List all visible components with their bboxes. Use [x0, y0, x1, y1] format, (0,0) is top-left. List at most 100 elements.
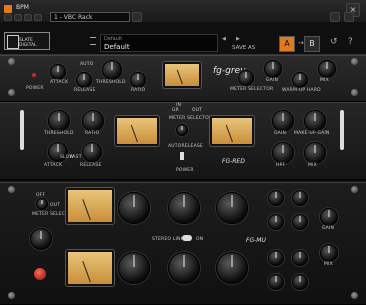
auto-label: AUTO: [80, 62, 94, 67]
gain-knob-bottom[interactable]: [216, 252, 248, 284]
bypass-button[interactable]: [34, 14, 42, 21]
eq-knob-4[interactable]: [292, 214, 308, 230]
meter-selector-label: METER SELECTOR: [230, 87, 274, 92]
plugin-window-titlebar: BPM × 1 - VBC Rack: [0, 0, 366, 23]
plus-icon[interactable]: [344, 12, 354, 22]
eq-knob-6[interactable]: [292, 250, 308, 266]
ratio-label: RATIO: [131, 88, 146, 93]
ab-a-button[interactable]: A: [279, 36, 295, 52]
fg-mu-vu-meter-top: [66, 188, 114, 224]
hpf-label: HPF: [276, 163, 286, 168]
gain-label: GAIN: [266, 78, 279, 83]
gain-knob[interactable]: [320, 208, 338, 226]
autorelease-label: AUTORELEASE: [168, 144, 203, 149]
power-toggle-button[interactable]: [4, 14, 12, 21]
undo-icon[interactable]: ↺: [330, 37, 338, 47]
eq-knob-7[interactable]: [268, 274, 284, 290]
bypass-slider-right[interactable]: [340, 110, 344, 150]
mix-label: MIX: [308, 163, 317, 168]
eq-knob-3[interactable]: [268, 214, 284, 230]
preset-name: Default: [104, 43, 130, 51]
chevron-down-icon[interactable]: [132, 12, 142, 22]
ratio-label: RATIO: [85, 131, 100, 136]
sidechain-button[interactable]: [24, 14, 32, 21]
track-name: 1 - VBC Rack: [54, 14, 93, 21]
meter-selector-knob[interactable]: [238, 70, 254, 86]
fg-mu-brand: FG-MU: [246, 237, 266, 244]
time-constant-knob-bottom[interactable]: [168, 252, 200, 284]
out-label: OUT: [50, 203, 61, 208]
ab-b-button[interactable]: B: [304, 36, 320, 52]
release-label: RELEASE: [74, 88, 96, 93]
rack-screw: [8, 89, 15, 96]
stereo-link-label: STEREO LINK: [152, 237, 184, 242]
rack-screw: [351, 58, 358, 65]
meter-selector-knob[interactable]: [176, 124, 188, 136]
power-button[interactable]: [34, 268, 46, 280]
threshold-knob[interactable]: [102, 60, 122, 80]
save-as-button[interactable]: SAVE AS: [232, 45, 255, 51]
menu-icon[interactable]: [90, 37, 96, 45]
release-knob[interactable]: [76, 72, 92, 88]
preset-display[interactable]: Default Default: [100, 34, 218, 52]
gain-knob-top[interactable]: [216, 192, 248, 224]
out-label: OUT: [192, 108, 203, 113]
gr-label: GR: [172, 108, 180, 113]
rack-screw: [8, 186, 15, 193]
eq-knob-8[interactable]: [292, 274, 308, 290]
on-label: ON: [196, 237, 204, 242]
input-selector-knob[interactable]: [30, 228, 52, 250]
meter-selector-knob[interactable]: [36, 198, 48, 210]
preset-label: Default: [104, 36, 123, 42]
warm-up-knob[interactable]: [292, 72, 308, 88]
power-label: POWER: [176, 168, 194, 173]
threshold-knob[interactable]: [48, 110, 70, 132]
window-icon: [4, 5, 12, 13]
threshold-knob-bottom[interactable]: [118, 252, 150, 284]
fg-red-vu-meter-right: [210, 116, 254, 146]
mix-knob[interactable]: [304, 142, 326, 164]
eq-knob-1[interactable]: [268, 190, 284, 206]
rack-screw: [351, 186, 358, 193]
threshold-knob-top[interactable]: [118, 192, 150, 224]
attack-label: ATTACK: [44, 163, 63, 168]
logo-mark-icon: [7, 35, 19, 49]
mix-knob[interactable]: [320, 244, 338, 262]
make-up-gain-knob[interactable]: [304, 110, 326, 132]
mix-knob[interactable]: [318, 60, 336, 78]
threshold-label: THRESHOLD: [96, 80, 126, 85]
mix-label: MIX: [320, 78, 329, 83]
rack-screw: [8, 292, 15, 299]
preset-prev-button[interactable]: ◀: [222, 36, 232, 43]
gain-label: GAIN: [322, 226, 335, 231]
gain-knob[interactable]: [272, 110, 294, 132]
threshold-label: THRESHOLD: [44, 131, 74, 136]
eq-knob-5[interactable]: [268, 250, 284, 266]
autorelease-toggle[interactable]: [180, 152, 184, 160]
power-led: [32, 73, 36, 77]
eq-knob-2[interactable]: [292, 190, 308, 206]
help-icon[interactable]: ?: [348, 37, 353, 47]
stereo-link-toggle[interactable]: [182, 235, 192, 241]
ratio-knob[interactable]: [82, 110, 104, 132]
track-selector[interactable]: 1 - VBC Rack: [50, 12, 130, 22]
bypass-slider-left[interactable]: [20, 110, 24, 150]
release-label: RELEASE: [80, 163, 102, 168]
warm-up-label: WARM-UP HARD: [282, 88, 321, 93]
attack-knob[interactable]: [50, 64, 66, 80]
release-knob[interactable]: [82, 142, 102, 162]
time-constant-knob-top[interactable]: [168, 192, 200, 224]
copy-arrow-icon[interactable]: →: [298, 39, 304, 47]
track-settings-button[interactable]: [14, 14, 22, 21]
settings-gear-icon[interactable]: [330, 12, 340, 22]
fg-grey-vu-meter: [163, 62, 201, 88]
hpf-knob[interactable]: [272, 142, 294, 164]
window-title: BPM: [16, 4, 29, 11]
ratio-knob[interactable]: [130, 72, 146, 88]
rack-screw: [351, 89, 358, 96]
logo-text: SLATE DIGITAL: [19, 38, 37, 48]
gain-knob[interactable]: [264, 60, 282, 78]
make-up-gain-label: MAKE-UP GAIN: [294, 131, 330, 136]
preset-next-button[interactable]: ▶: [236, 36, 246, 43]
slate-digital-logo: SLATE DIGITAL: [4, 32, 50, 50]
